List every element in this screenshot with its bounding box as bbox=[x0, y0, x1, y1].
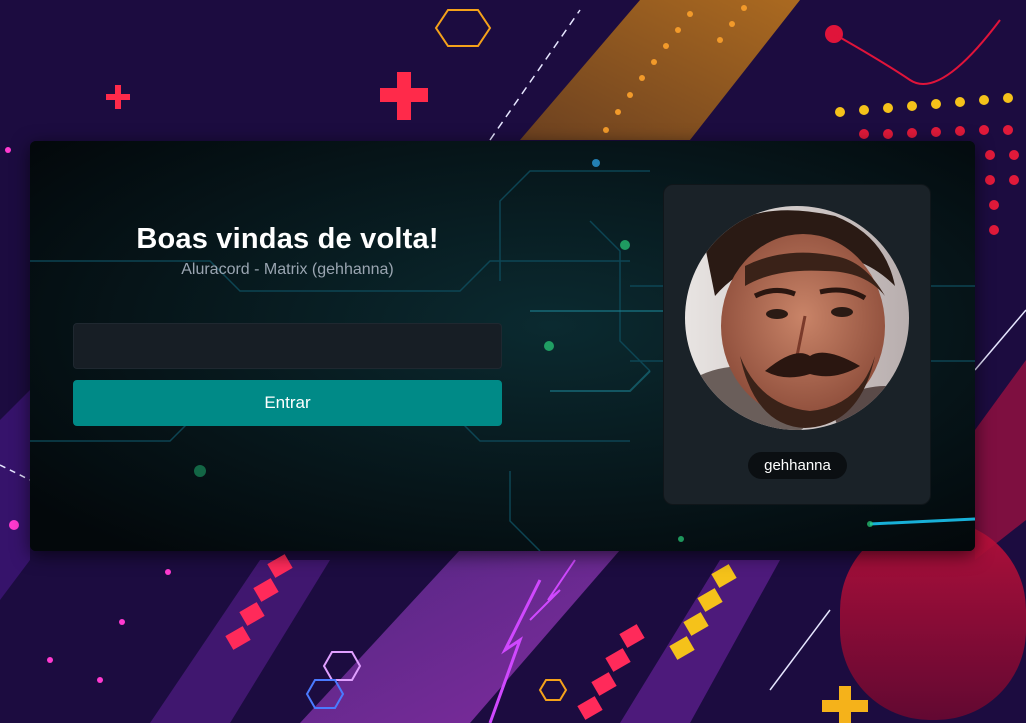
page-subtitle: Aluracord - Matrix (gehhanna) bbox=[181, 261, 394, 278]
login-card: Boas vindas de volta! Aluracord - Matrix… bbox=[30, 141, 975, 551]
username-input[interactable] bbox=[73, 323, 502, 369]
user-photo-icon bbox=[685, 206, 909, 430]
profile-panel: gehhanna bbox=[663, 184, 931, 505]
submit-button[interactable]: Entrar bbox=[73, 380, 502, 426]
avatar bbox=[685, 206, 909, 430]
login-form: Boas vindas de volta! Aluracord - Matrix… bbox=[73, 223, 502, 426]
username-badge: gehhanna bbox=[748, 452, 847, 479]
page-title: Boas vindas de volta! bbox=[136, 223, 439, 255]
